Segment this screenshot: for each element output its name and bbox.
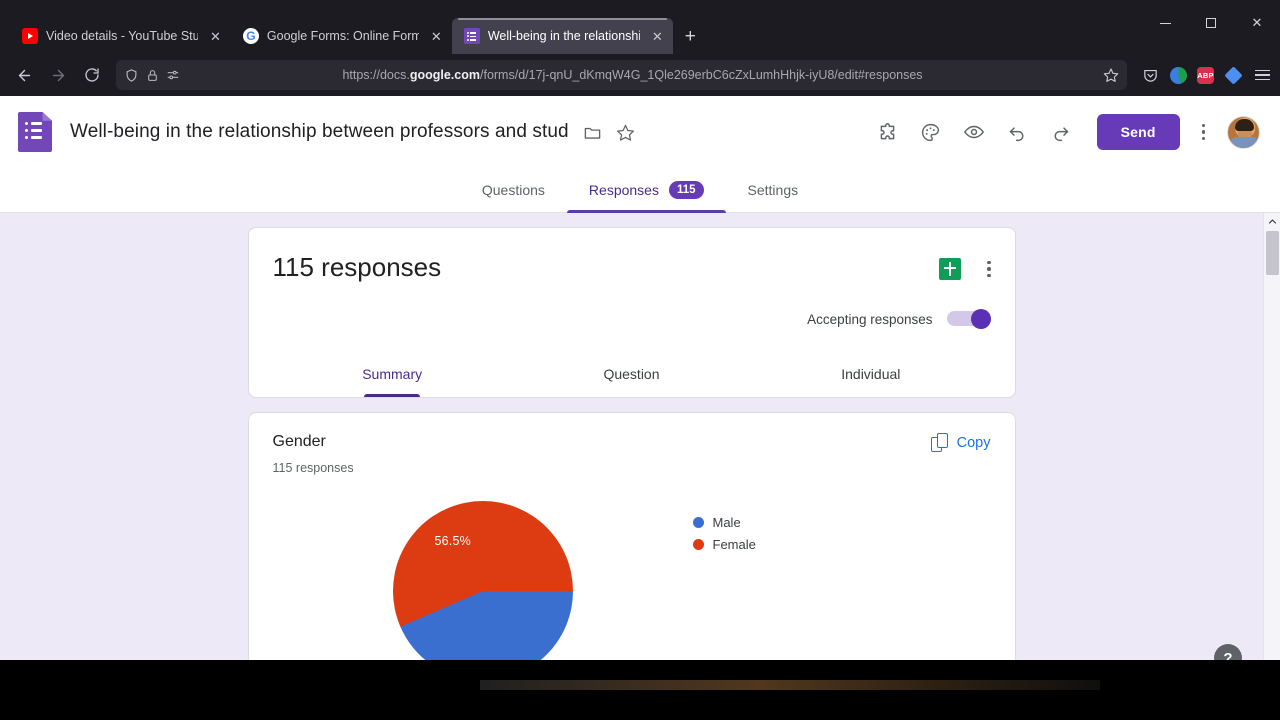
summary-subtabs: Summary Question Individual xyxy=(273,351,991,397)
desktop-background xyxy=(0,660,1280,690)
subtab-label: Question xyxy=(603,366,660,382)
tab-responses[interactable]: Responses 115 xyxy=(566,168,726,213)
google-forms-icon[interactable] xyxy=(18,112,52,152)
back-arrow-icon[interactable] xyxy=(8,60,40,90)
tab-label: Responses xyxy=(588,182,659,198)
pie-chart-graphic: 56.5% 43.5% xyxy=(273,501,693,681)
theme-palette-icon[interactable] xyxy=(920,122,941,143)
close-icon[interactable]: ✕ xyxy=(208,30,223,43)
browser-tab-youtube[interactable]: Video details - YouTube Studio ✕ xyxy=(10,18,231,54)
padlock-icon[interactable] xyxy=(146,69,159,82)
legend-label: Female xyxy=(712,537,756,552)
reload-icon[interactable] xyxy=(76,60,108,90)
legend-item-male[interactable]: Male xyxy=(692,515,756,530)
subtab-individual[interactable]: Individual xyxy=(751,351,990,397)
pie-slices[interactable] xyxy=(392,501,573,681)
scrollbar-thumb[interactable] xyxy=(1266,231,1279,275)
subtab-summary[interactable]: Summary xyxy=(273,351,512,397)
forward-arrow-icon[interactable] xyxy=(42,60,74,90)
tab-strip: Video details - YouTube Studio ✕ G Googl… xyxy=(0,0,1280,54)
tab-questions[interactable]: Questions xyxy=(460,168,567,213)
google-sheets-icon[interactable] xyxy=(939,258,962,280)
copy-icon xyxy=(930,433,948,452)
close-icon[interactable]: ✕ xyxy=(1234,0,1280,46)
google-icon: G xyxy=(242,28,259,44)
responses-summary-card: 115 responses Accepting responses Summar… xyxy=(247,227,1016,398)
legend-color-swatch xyxy=(692,517,704,528)
browser-tab-wellbeing-form[interactable]: Well-being in the relationship b ✕ xyxy=(451,18,673,54)
responses-title: 115 responses xyxy=(272,252,442,282)
tab-label: Questions xyxy=(481,182,545,198)
star-outline-icon[interactable] xyxy=(616,123,635,142)
tracking-protection-icon[interactable] xyxy=(124,68,139,83)
address-bar[interactable]: https://docs.google.com/forms/d/17j-qnU_… xyxy=(116,60,1127,90)
forms-tab-bar: Questions Responses 115 Settings xyxy=(0,168,1280,213)
star-icon[interactable] xyxy=(1103,67,1119,83)
window-controls: ✕ xyxy=(1142,0,1280,46)
question-response-count: 115 responses xyxy=(272,461,354,475)
redo-icon[interactable] xyxy=(1050,122,1071,143)
scroll-region: 115 responses Accepting responses Summar… xyxy=(0,213,1280,690)
url-text[interactable]: https://docs.google.com/forms/d/17j-qnU_… xyxy=(169,68,1096,82)
page-title[interactable]: Well-being in the relationship between p… xyxy=(70,121,569,143)
forms-header: Well-being in the relationship between p… xyxy=(0,96,1280,168)
more-vert-icon[interactable] xyxy=(1201,123,1205,141)
accepting-responses-row: Accepting responses xyxy=(273,309,991,329)
browser-tab-google-forms[interactable]: G Google Forms: Online Form Cre ✕ xyxy=(231,18,452,54)
summary-actions xyxy=(939,252,991,280)
avatar[interactable] xyxy=(1227,115,1260,149)
preview-eye-icon[interactable] xyxy=(963,121,985,143)
browser-window: Video details - YouTube Studio ✕ G Googl… xyxy=(0,0,1280,690)
subtab-label: Summary xyxy=(362,366,423,382)
legend-label: Male xyxy=(712,515,741,530)
minimize-icon[interactable] xyxy=(1142,0,1188,46)
send-button[interactable]: Send xyxy=(1096,114,1180,150)
forms-icon xyxy=(463,28,480,44)
copy-button[interactable]: Copy xyxy=(930,433,991,452)
navigation-bar: https://docs.google.com/forms/d/17j-qnU_… xyxy=(0,54,1280,96)
responses-content: 115 responses Accepting responses Summar… xyxy=(0,213,1263,690)
question-header: Gender 115 responses Copy xyxy=(273,433,991,475)
download-manager-icon[interactable] xyxy=(1170,66,1187,84)
tab-title: Video details - YouTube Studio xyxy=(46,29,198,43)
accepting-responses-label: Accepting responses xyxy=(807,311,933,327)
hamburger-menu-icon[interactable] xyxy=(1253,66,1272,85)
legend-color-swatch xyxy=(692,539,704,550)
forms-toolbar: Send xyxy=(877,114,1260,150)
responses-count-badge: 115 xyxy=(668,181,704,199)
pocket-icon[interactable] xyxy=(1141,66,1160,85)
legend-item-female[interactable]: Female xyxy=(692,537,756,552)
tab-label: Settings xyxy=(747,182,799,198)
folder-icon[interactable] xyxy=(583,123,602,142)
extension-toolbar: ABP xyxy=(1135,65,1272,85)
close-icon[interactable]: ✕ xyxy=(650,30,665,43)
undo-icon[interactable] xyxy=(1007,122,1028,143)
subtab-label: Individual xyxy=(841,366,901,382)
addons-icon[interactable] xyxy=(877,122,898,143)
more-vert-icon[interactable] xyxy=(987,260,991,278)
extension-diamond-icon[interactable] xyxy=(1224,65,1243,85)
adblock-plus-icon[interactable]: ABP xyxy=(1197,66,1214,84)
youtube-icon xyxy=(22,28,38,44)
pie-label-female: 56.5% xyxy=(434,534,471,548)
summary-header: 115 responses xyxy=(273,252,991,283)
new-tab-button[interactable]: + xyxy=(685,27,696,46)
accepting-responses-toggle[interactable] xyxy=(946,309,991,329)
vertical-scrollbar[interactable] xyxy=(1263,213,1280,690)
subtab-question[interactable]: Question xyxy=(512,351,751,397)
chevron-up-icon[interactable] xyxy=(1264,213,1280,230)
tab-title: Google Forms: Online Form Cre xyxy=(266,29,419,43)
tab-list: Video details - YouTube Studio ✕ G Googl… xyxy=(10,0,673,54)
page-content: Well-being in the relationship between p… xyxy=(0,96,1280,690)
copy-label: Copy xyxy=(956,434,991,451)
maximize-icon[interactable] xyxy=(1188,0,1234,46)
tab-title: Well-being in the relationship b xyxy=(487,29,640,43)
close-icon[interactable]: ✕ xyxy=(429,30,444,43)
chart-legend: Male Female xyxy=(692,501,756,559)
question-summary-card: Gender 115 responses Copy 56.5% 43.5% xyxy=(247,412,1016,690)
question-title: Gender xyxy=(272,433,326,450)
tab-settings[interactable]: Settings xyxy=(726,168,821,213)
